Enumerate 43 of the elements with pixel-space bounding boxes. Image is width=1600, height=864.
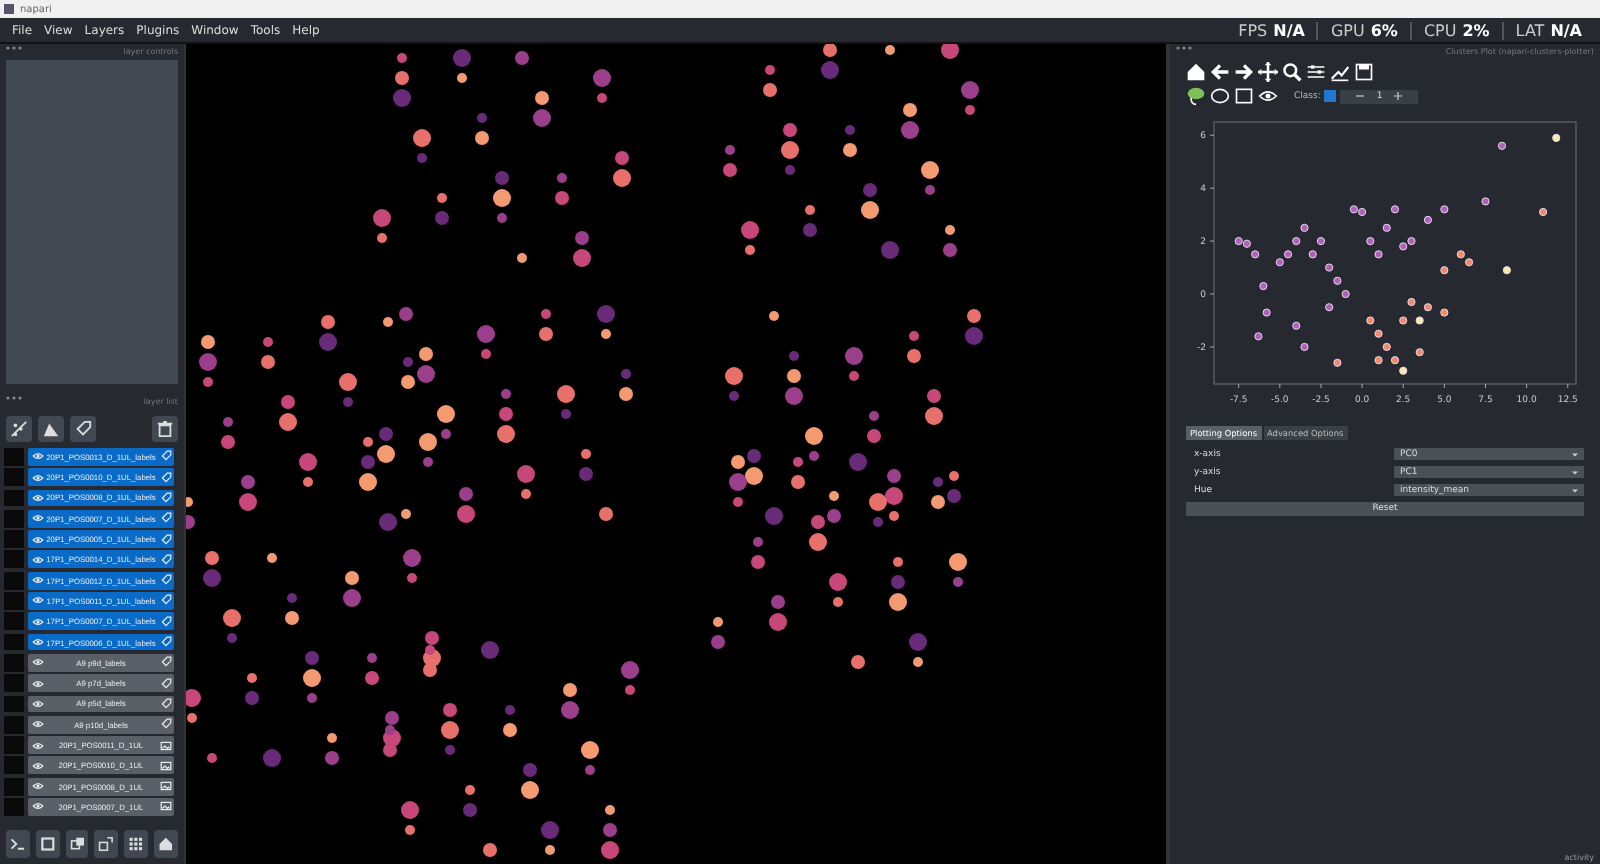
- meter-label: CPU: [1423, 21, 1457, 39]
- new-labels-layer-icon[interactable]: [70, 416, 96, 442]
- home-icon[interactable]: [154, 830, 178, 858]
- home-icon[interactable]: [1186, 62, 1206, 82]
- pan-icon[interactable]: [1258, 62, 1278, 82]
- image-icon: [159, 800, 171, 813]
- layers-icon[interactable]: [65, 830, 89, 858]
- sliders-icon[interactable]: [1306, 62, 1326, 82]
- back-arrow-icon[interactable]: [1210, 62, 1230, 82]
- line-chart-icon[interactable]: [1330, 62, 1350, 82]
- meter-label: GPU: [1330, 21, 1365, 39]
- plus-icon[interactable]: [1394, 92, 1403, 100]
- meter-value: 2%: [1462, 21, 1490, 39]
- search-icon[interactable]: [1282, 62, 1302, 82]
- image-icon: [159, 780, 171, 793]
- console-icon[interactable]: [6, 830, 30, 858]
- delete-icon[interactable]: [152, 416, 178, 442]
- image-icon: [159, 759, 171, 772]
- dock-handle-icon[interactable]: [1176, 46, 1192, 50]
- minus-icon[interactable]: [1356, 92, 1365, 100]
- image-icon: [159, 739, 171, 752]
- rotate-icon[interactable]: [94, 830, 119, 858]
- meter-value: N/A: [1273, 21, 1305, 39]
- class-color-swatch: [1324, 90, 1337, 102]
- rectangle-icon[interactable]: [1234, 86, 1254, 106]
- eye-icon[interactable]: [1258, 86, 1278, 106]
- caret-icon: [1572, 451, 1578, 457]
- dock-handle-icon[interactable]: [6, 46, 22, 50]
- meter-label: FPS: [1238, 21, 1268, 39]
- meter-label: LAT: [1515, 21, 1545, 39]
- caret-icon: [1572, 487, 1578, 493]
- new-shapes-layer-icon[interactable]: [38, 416, 64, 442]
- forward-arrow-icon[interactable]: [1234, 62, 1254, 82]
- grid-icon[interactable]: [124, 830, 149, 858]
- new-points-layer-icon[interactable]: [6, 416, 32, 442]
- caret-icon: [1572, 469, 1578, 475]
- meter-value: 6%: [1370, 21, 1398, 39]
- dock-handle-icon[interactable]: [6, 396, 22, 400]
- app-icon: [4, 4, 14, 14]
- ellipse-icon[interactable]: [1210, 86, 1230, 106]
- square-icon[interactable]: [35, 830, 60, 858]
- meter-value: N/A: [1550, 21, 1582, 39]
- lasso-icon[interactable]: [1186, 86, 1206, 106]
